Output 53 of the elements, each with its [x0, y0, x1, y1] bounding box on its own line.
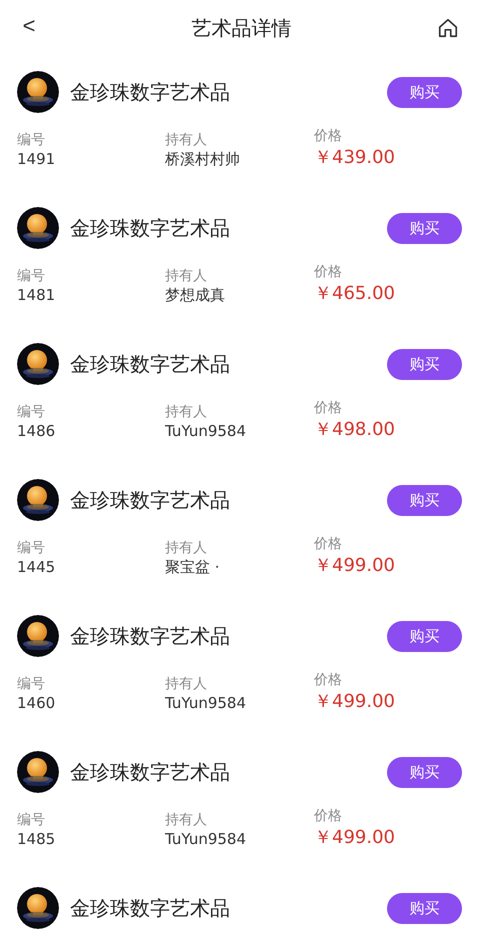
field-label: 编号: [17, 131, 46, 149]
field-value: 1491: [17, 149, 56, 169]
artwork-title: 金珍珠数字艺术品: [70, 895, 230, 922]
buy-button[interactable]: 购买: [387, 892, 462, 924]
field-label: 持有人: [165, 403, 208, 421]
field-label: 编号: [17, 267, 46, 285]
field-label: 持有人: [165, 267, 208, 285]
field-label: 价格: [314, 127, 343, 145]
field-value: TuYun9584: [165, 421, 248, 441]
field-label: 价格: [314, 399, 343, 417]
buy-button[interactable]: 购买: [387, 620, 462, 652]
field-value: 1445: [17, 557, 56, 577]
price: ￥465.00: [314, 282, 395, 306]
buy-button[interactable]: 购买: [387, 484, 462, 516]
field-value: 桥溪村村帅: [165, 149, 241, 169]
field-label: 价格: [314, 807, 343, 825]
field-value: 聚宝盆 ·: [165, 557, 221, 577]
field-label: 价格: [314, 263, 343, 281]
artwork-title: 金珍珠数字艺术品: [70, 351, 230, 378]
artwork-title: 金珍珠数字艺术品: [70, 79, 230, 106]
field-value: 梦想成真: [165, 285, 226, 305]
field-label: 持有人: [165, 539, 208, 557]
price: ￥498.00: [314, 418, 395, 442]
field-value: TuYun9584: [165, 693, 248, 713]
artwork-title: 金珍珠数字艺术品: [70, 215, 230, 242]
field-value: TuYun9584: [165, 829, 248, 849]
field-label: 持有人: [165, 131, 208, 149]
back-button[interactable]: <: [18, 12, 40, 40]
price: ￥499.00: [314, 554, 395, 578]
field-label: 编号: [17, 811, 46, 829]
artwork-title: 金珍珠数字艺术品: [70, 623, 230, 650]
field-value: 1485: [17, 829, 56, 849]
buy-button[interactable]: 购买: [387, 756, 462, 788]
home-icon[interactable]: [437, 17, 459, 39]
field-label: 价格: [314, 535, 343, 553]
field-label: 编号: [17, 403, 46, 421]
field-label: 编号: [17, 675, 46, 693]
field-value: 1460: [17, 693, 56, 713]
artwork-title: 金珍珠数字艺术品: [70, 759, 230, 786]
price: ￥499.00: [314, 690, 395, 714]
price: ￥499.00: [314, 826, 395, 850]
field-label: 持有人: [165, 675, 208, 693]
field-label: 持有人: [165, 811, 208, 829]
artwork-title: 金珍珠数字艺术品: [70, 487, 230, 514]
field-value: 1486: [17, 421, 56, 441]
buy-button[interactable]: 购买: [387, 212, 462, 244]
buy-button[interactable]: 购买: [387, 348, 462, 380]
field-value: 1481: [17, 285, 56, 305]
buy-button[interactable]: 购买: [387, 76, 462, 108]
page-title: 艺术品详情: [192, 14, 292, 42]
field-label: 价格: [314, 671, 343, 689]
field-label: 编号: [17, 539, 46, 557]
price: ￥439.00: [314, 146, 395, 170]
